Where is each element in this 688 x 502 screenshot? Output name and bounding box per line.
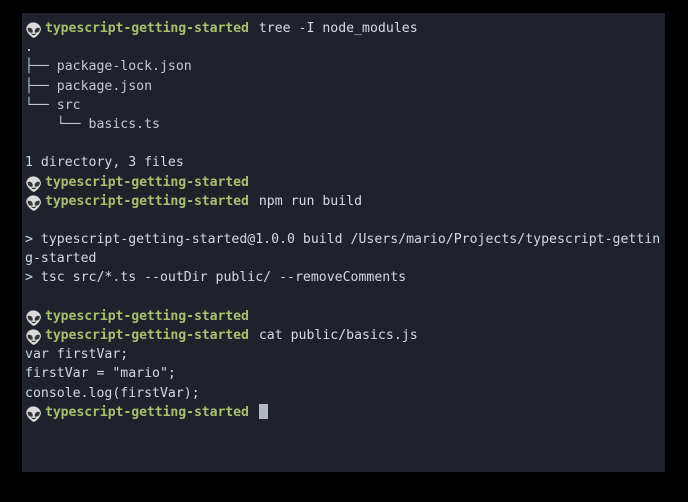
output-line: > typescript-getting-started@1.0.0 build… (25, 230, 665, 249)
output-text: > typescript-getting-started@1.0.0 build… (25, 232, 661, 248)
alien-icon: 👽 (25, 23, 43, 39)
output-text: console.log(firstVar); (25, 385, 200, 401)
output-text: g-started (25, 251, 97, 267)
tree-branch: └── basics.ts (25, 116, 160, 132)
output-line: firstVar = "mario"; (25, 364, 665, 383)
output-line: var firstVar; (25, 345, 665, 364)
output-line: . (25, 38, 665, 57)
output-line: ├── package.json (25, 77, 665, 96)
output-text: firstVar = "mario"; (25, 366, 176, 382)
prompt-label: typescript-getting-started (45, 308, 249, 324)
prompt-label: typescript-getting-started (45, 174, 249, 190)
output-text: 1 directory, 3 files (25, 155, 184, 171)
terminal-window[interactable]: 👽 typescript-getting-started tree -I node_… (22, 13, 665, 472)
output-text: . (25, 40, 33, 56)
tree-branch: ├── package-lock.json (25, 59, 192, 75)
prompt-label: typescript-getting-started (45, 328, 249, 343)
alien-icon: 👽 (25, 195, 43, 212)
prompt-label: typescript-getting-started (45, 193, 249, 209)
output-line: ├── package-lock.json (25, 57, 665, 76)
prompt-line: 👽 typescript-getting-started (25, 307, 665, 327)
tree-branch: └── src (25, 97, 81, 113)
alien-icon: 👽 (25, 310, 43, 327)
alien-icon: 👽 (25, 176, 43, 193)
output-line: > tsc src/*.ts --outDir public/ --remove… (25, 268, 665, 287)
output-line: g-started (25, 249, 665, 268)
command-text: npm run build (258, 193, 363, 209)
terminal-output[interactable]: 👽 typescript-getting-started tree -I node_… (22, 13, 665, 423)
output-line: 1 directory, 3 files (25, 153, 665, 172)
tree-branch: ├── package.json (25, 78, 153, 94)
output-text: var firstVar; (25, 347, 129, 363)
output-line: └── src (25, 96, 665, 115)
prompt-label: typescript-getting-started (45, 21, 249, 36)
prompt-line: 👽 typescript-getting-started (25, 173, 665, 193)
output-line: console.log(firstVar); (25, 384, 665, 403)
output-text: > tsc src/*.ts --outDir public/ --remove… (25, 270, 407, 286)
text-cursor (258, 403, 268, 419)
alien-icon: 👽 (25, 406, 43, 423)
prompt-line: 👽 typescript-getting-started cat public/ba… (25, 326, 665, 346)
alien-icon: 👽 (25, 330, 43, 346)
command-text: cat public/basics.js (258, 328, 418, 343)
command-text: tree -I node_modules (258, 21, 418, 36)
prompt-label: typescript-getting-started (45, 404, 249, 420)
prompt-line: 👽 typescript-getting-started npm run build (25, 192, 665, 212)
prompt-line: 👽 typescript-getting-started tree -I node_… (25, 19, 665, 39)
output-line: └── basics.ts (25, 115, 665, 134)
screen: 👽 typescript-getting-started tree -I node_… (0, 0, 688, 502)
prompt-line: 👽 typescript-getting-started (25, 403, 665, 423)
